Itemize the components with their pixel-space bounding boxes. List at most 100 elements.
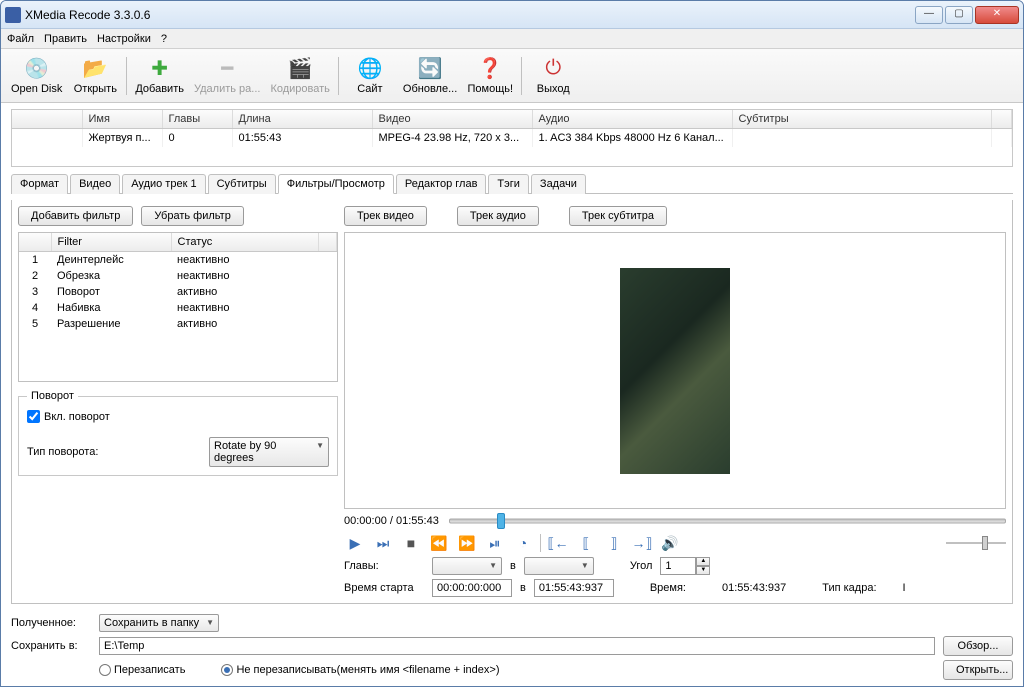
globe-icon: 🌐 <box>358 57 382 81</box>
stop-icon[interactable]: ■ <box>400 533 422 553</box>
tab-format[interactable]: Формат <box>11 174 68 194</box>
help-button[interactable]: ❓Помощь! <box>463 53 517 99</box>
start-label: Время старта <box>344 582 424 594</box>
chapter-from-combo[interactable] <box>432 557 502 575</box>
step-icon[interactable]: ⏯ <box>484 533 506 553</box>
col-filter[interactable]: Filter <box>51 233 171 252</box>
in-label-1: в <box>510 560 516 572</box>
rotate-type-value: Rotate by 90 degrees <box>214 440 276 464</box>
menu-file[interactable]: Файл <box>7 33 34 45</box>
clock-icon[interactable]: ◔ <box>512 533 534 553</box>
filter-row[interactable]: 3Поворотактивно <box>19 284 337 300</box>
tab-audio[interactable]: Аудио трек 1 <box>122 174 205 194</box>
frametype-value: I <box>903 582 906 594</box>
rewind-icon[interactable]: ⏪ <box>428 533 450 553</box>
open-output-button[interactable]: Открыть... <box>943 660 1013 680</box>
exit-button[interactable]: ⏻Выход <box>526 53 580 99</box>
open-button[interactable]: 📂Открыть <box>68 53 122 99</box>
filter-row[interactable]: 2Обрезканеактивно <box>19 268 337 284</box>
result-combo[interactable]: Сохранить в папку <box>99 614 219 632</box>
file-row[interactable]: Жертвуя п... 0 01:55:43 MPEG-4 23.98 Hz,… <box>12 129 1012 148</box>
open-disk-button[interactable]: 💿Open Disk <box>7 53 66 99</box>
remove-filter-button[interactable]: Убрать фильтр <box>141 206 244 226</box>
bracket-close-icon[interactable]: ⟧ <box>603 533 625 553</box>
time-display: 00:00:00 / 01:55:43 <box>344 515 439 527</box>
volume-icon[interactable]: 🔊 <box>659 533 681 553</box>
refresh-icon: 🔄 <box>418 57 442 81</box>
minus-icon: ━ <box>215 57 239 81</box>
separator <box>521 57 522 95</box>
plus-icon: ✚ <box>148 57 172 81</box>
col-name[interactable]: Имя <box>82 110 162 129</box>
file-grid[interactable]: Имя Главы Длина Видео Аудио Субтитры Жер… <box>11 109 1013 167</box>
preview-image <box>620 268 730 474</box>
menu-edit[interactable]: Править <box>44 33 87 45</box>
minimize-button[interactable]: — <box>915 6 943 24</box>
tab-jobs[interactable]: Задачи <box>531 174 586 194</box>
enable-rotate-checkbox[interactable]: Вкл. поворот <box>27 410 329 423</box>
filter-row[interactable]: 1Деинтерлейснеактивно <box>19 252 337 269</box>
track-audio-button[interactable]: Трек аудио <box>457 206 539 226</box>
maximize-button[interactable]: ▢ <box>945 6 973 24</box>
app-icon <box>5 7 21 23</box>
tab-tags[interactable]: Тэги <box>488 174 529 194</box>
update-button[interactable]: 🔄Обновле... <box>399 53 461 99</box>
col-length[interactable]: Длина <box>232 110 372 129</box>
path-value: E:\Temp <box>104 640 144 652</box>
rotate-type-combo[interactable]: Rotate by 90 degrees <box>209 437 329 467</box>
exit-label: Выход <box>537 83 570 95</box>
track-sub-button[interactable]: Трек субтитра <box>569 206 667 226</box>
col-subs[interactable]: Субтитры <box>732 110 992 129</box>
next-icon[interactable]: ⏭ <box>372 533 394 553</box>
bracket-out-icon[interactable]: →⟧ <box>631 533 653 553</box>
tab-video[interactable]: Видео <box>70 174 120 194</box>
add-label: Добавить <box>135 83 184 95</box>
end-time-input[interactable]: 01:55:43:937 <box>534 579 614 597</box>
tab-subs[interactable]: Субтитры <box>208 174 276 194</box>
bracket-in-icon[interactable]: ⟦← <box>547 533 569 553</box>
col-status[interactable]: Статус <box>171 233 319 252</box>
browse-button[interactable]: Обзор... <box>943 636 1013 656</box>
encode-button: 🎬Кодировать <box>266 53 333 99</box>
play-icon[interactable]: ▶ <box>344 533 366 553</box>
encode-icon: 🎬 <box>288 57 312 81</box>
add-button[interactable]: ✚ Добавить <box>131 53 188 99</box>
col-audio[interactable]: Аудио <box>532 110 732 129</box>
angle-label: Угол <box>630 560 653 572</box>
overwrite-radio[interactable]: Перезаписать <box>99 664 185 676</box>
tab-chapters[interactable]: Редактор глав <box>396 174 487 194</box>
angle-value[interactable]: 1 <box>660 557 696 575</box>
time-slider[interactable] <box>449 513 1006 529</box>
tab-filters[interactable]: Фильтры/Просмотр <box>278 174 394 194</box>
col-chapters[interactable]: Главы <box>162 110 232 129</box>
enable-rotate-input[interactable] <box>27 410 40 423</box>
filter-grid[interactable]: Filter Статус 1Деинтерлейснеактивно2Обре… <box>18 232 338 382</box>
help-label: Помощь! <box>467 83 513 95</box>
site-button[interactable]: 🌐 Сайт <box>343 53 397 99</box>
col-video[interactable]: Видео <box>372 110 532 129</box>
no-overwrite-radio[interactable]: Не перезаписывать(менять имя <filename +… <box>221 664 499 676</box>
rotate-legend: Поворот <box>27 390 78 402</box>
menu-help[interactable]: ? <box>161 33 167 45</box>
mini-slider[interactable] <box>946 536 1006 550</box>
overwrite-label: Перезаписать <box>114 664 185 676</box>
remove-label: Удалить ра... <box>194 83 260 95</box>
add-filter-button[interactable]: Добавить фильтр <box>18 206 133 226</box>
end-value: 01:55:43:937 <box>539 582 603 594</box>
chapter-to-combo[interactable] <box>524 557 594 575</box>
disk-icon: 💿 <box>25 57 49 81</box>
menu-settings[interactable]: Настройки <box>97 33 151 45</box>
start-time-input[interactable]: 00:00:00:000 <box>432 579 512 597</box>
path-input[interactable]: E:\Temp <box>99 637 935 655</box>
rotate-type-label: Тип поворота: <box>27 446 98 458</box>
site-label: Сайт <box>357 83 382 95</box>
track-video-button[interactable]: Трек видео <box>344 206 427 226</box>
filter-row[interactable]: 4Набивканеактивно <box>19 300 337 316</box>
angle-spinner[interactable]: 1 ▲▼ <box>660 557 710 575</box>
filter-row[interactable]: 5Разрешениеактивно <box>19 316 337 332</box>
tabs: Формат Видео Аудио трек 1 Субтитры Фильт… <box>11 173 1013 194</box>
close-button[interactable]: ✕ <box>975 6 1019 24</box>
bracket-open-icon[interactable]: ⟦ <box>575 533 597 553</box>
forward-icon[interactable]: ⏩ <box>456 533 478 553</box>
separator <box>338 57 339 95</box>
